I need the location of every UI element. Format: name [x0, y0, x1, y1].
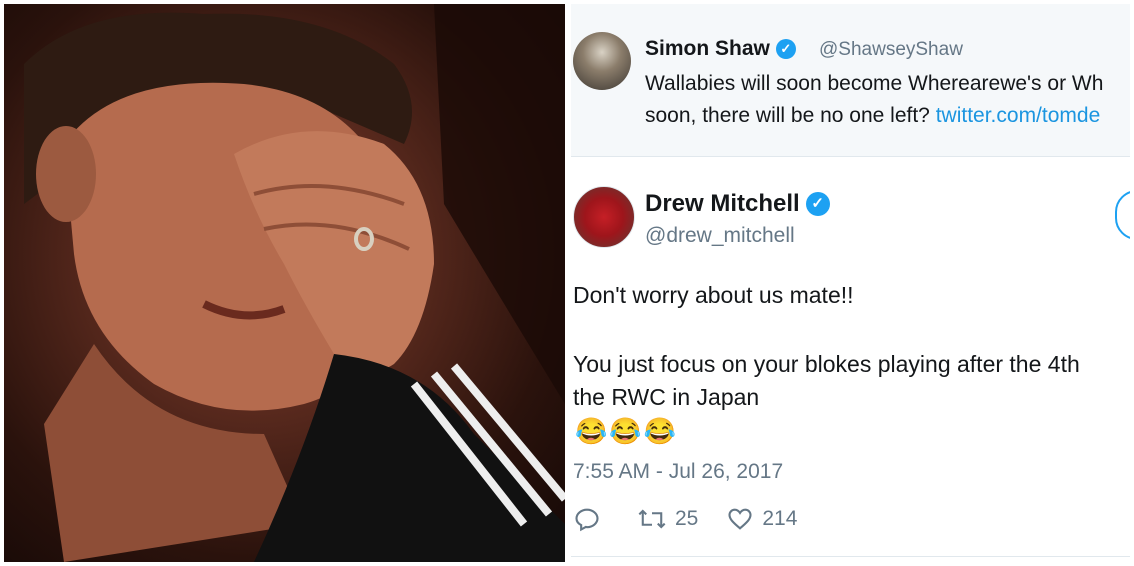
- quoted-text-line: Wallabies will soon become Wherearewe's …: [645, 72, 1104, 95]
- tweet-actions: 25 214: [573, 504, 825, 534]
- emoji-row: 😂😂😂: [575, 416, 679, 446]
- quoted-text-line: soon, there will be no one left? twitter…: [645, 100, 1130, 132]
- like-button[interactable]: 214: [726, 505, 797, 533]
- quoted-text-span: soon, there will be no one left?: [645, 104, 936, 127]
- retweet-count: 25: [675, 507, 699, 530]
- verified-badge-icon: ✓: [775, 39, 796, 59]
- facepalm-photo: [4, 4, 565, 562]
- facepalm-illustration: [24, 4, 565, 562]
- author-handle[interactable]: @drew_mitchell: [645, 224, 795, 248]
- author-name-text: Drew Mitchell: [645, 190, 800, 217]
- tweet-text-line: You just focus on your blokes playing af…: [573, 351, 1080, 377]
- quoted-author-handle[interactable]: @ShawseyShaw: [819, 39, 963, 61]
- tweet-text-paragraph: You just focus on your blokes playing af…: [573, 348, 1130, 414]
- reply-button[interactable]: [573, 505, 609, 533]
- tweet-panel: Simon Shaw ✓ @ShawseyShaw Wallabies will …: [571, 4, 1130, 562]
- follow-button[interactable]: [1115, 190, 1130, 240]
- retweet-button[interactable]: 25: [637, 505, 698, 533]
- reply-icon: [575, 508, 599, 532]
- tweet-text-line: Don't worry about us mate!!: [573, 282, 854, 308]
- like-count: 214: [762, 507, 798, 530]
- quoted-author-name-text: Simon Shaw: [645, 37, 770, 60]
- quoted-tweet[interactable]: Simon Shaw ✓ @ShawseyShaw Wallabies will …: [571, 4, 1130, 157]
- quoted-tweet-text: Wallabies will soon become Wherearewe's …: [645, 68, 1130, 132]
- avatar[interactable]: [573, 32, 631, 90]
- tweet-text-line: the RWC in Japan: [573, 384, 760, 410]
- verified-badge-icon: ✓: [805, 192, 830, 216]
- quoted-tweet-link[interactable]: twitter.com/tomde: [936, 104, 1101, 127]
- divider: [571, 556, 1130, 557]
- retweet-icon: [638, 509, 666, 529]
- quoted-author-name[interactable]: Simon Shaw ✓: [645, 37, 796, 61]
- tweet-timestamp[interactable]: 7:55 AM - Jul 26, 2017: [573, 460, 783, 484]
- heart-icon: [728, 508, 752, 530]
- avatar[interactable]: [573, 186, 635, 248]
- author-name[interactable]: Drew Mitchell ✓: [645, 190, 830, 218]
